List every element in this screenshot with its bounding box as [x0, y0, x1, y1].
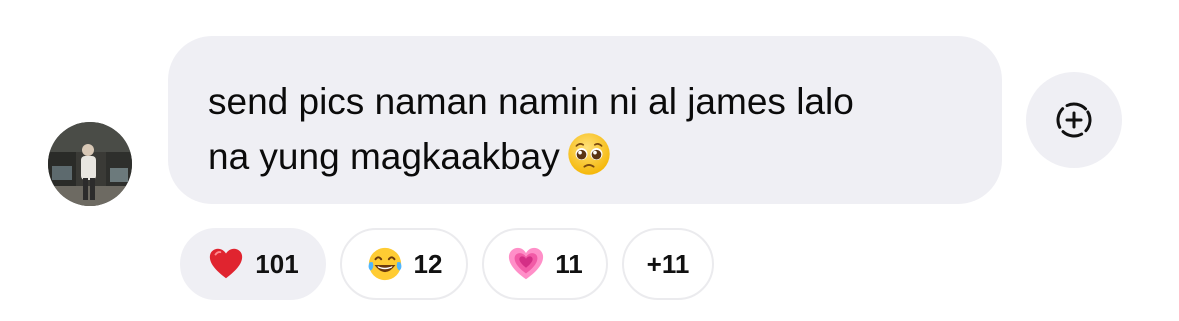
reactions-row: 101 12 11 +11 [180, 228, 714, 302]
more-reactions-button[interactable]: +11 [622, 228, 714, 300]
reaction-count: 12 [413, 248, 443, 279]
red-heart-icon [210, 248, 243, 279]
reaction-laugh-button[interactable]: 12 [340, 228, 468, 300]
reaction-count: 11 [555, 248, 583, 279]
comment-line-2: na yung magkaakbay [208, 136, 560, 177]
comment-line-1: send pics naman namin ni al james lalo [208, 81, 854, 122]
reaction-count: 101 [255, 248, 299, 279]
reaction-growing-heart-button[interactable]: 11 [482, 228, 608, 300]
avatar[interactable] [48, 122, 132, 206]
more-reactions-label: +11 [646, 248, 690, 279]
comment-text: send pics naman namin ni al james lalo n… [208, 74, 962, 184]
tears-of-joy-icon [368, 247, 401, 281]
comment-bubble[interactable]: send pics naman namin ni al james lalo n… [168, 36, 1002, 204]
user-avatar-photo [48, 122, 132, 206]
add-reaction-icon [1056, 102, 1092, 138]
pleading-face-icon [568, 133, 610, 175]
growing-heart-icon [509, 247, 544, 280]
reaction-heart-button[interactable]: 101 [180, 228, 326, 300]
add-reaction-button[interactable] [1026, 72, 1122, 168]
